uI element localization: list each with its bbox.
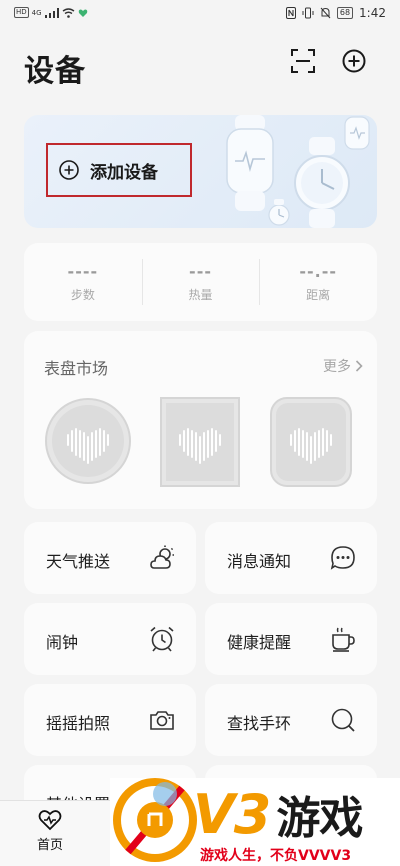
- feature-health-reminder[interactable]: 健康提醒: [205, 603, 377, 675]
- plus-circle-icon: [59, 160, 79, 180]
- stat-label: 距离: [306, 287, 331, 302]
- hd-badge: HD: [14, 7, 29, 18]
- signal-icon: [44, 7, 59, 18]
- message-icon: [330, 546, 355, 570]
- mute-bell-icon: [320, 7, 331, 19]
- stat-value: --.--: [299, 261, 337, 281]
- add-device-button[interactable]: 添加设备: [46, 143, 192, 197]
- watch-face-rounded-square[interactable]: [270, 397, 352, 487]
- scan-icon[interactable]: [290, 48, 316, 74]
- feature-weather-push[interactable]: 天气推送: [24, 522, 196, 594]
- feature-label: 健康提醒: [227, 633, 292, 652]
- page-title: 设备: [24, 54, 86, 89]
- market-title: 表盘市场: [44, 359, 109, 378]
- stat-calories: --- 热量: [141, 243, 260, 321]
- heart-pulse-icon: [38, 810, 62, 831]
- watch-face-market-card: 表盘市场 更多: [24, 331, 377, 509]
- battery-indicator: 68: [336, 7, 354, 19]
- nav-tab-home[interactable]: 首页: [24, 809, 76, 853]
- feature-alarm[interactable]: 闹钟: [24, 603, 196, 675]
- watermark-slogan: 游戏人生，不负VVVV3: [200, 848, 352, 864]
- camera-icon: [150, 711, 174, 730]
- status-bar: HD 4G 68 1:42: [0, 0, 400, 30]
- watch-face-round[interactable]: [44, 397, 132, 485]
- status-left: HD 4G: [14, 7, 88, 18]
- activity-stats-card[interactable]: ---- 步数 --- 热量 --.-- 距离: [24, 243, 377, 321]
- stat-label: 步数: [70, 287, 95, 302]
- add-device-card: 添加设备: [24, 115, 377, 228]
- weather-icon: [150, 545, 174, 569]
- stat-value: ---: [189, 261, 212, 281]
- feature-label: 消息通知: [227, 552, 292, 571]
- vibrate-icon: [302, 7, 314, 19]
- stat-distance: --.-- 距离: [259, 243, 377, 321]
- watermark-logo: V3 游戏: [193, 782, 363, 846]
- nfc-icon: [285, 7, 296, 19]
- watermark-logo-text: V3: [193, 783, 271, 846]
- feature-shake-photo[interactable]: 摇摇拍照: [24, 684, 196, 756]
- health-app-icon: [78, 9, 87, 17]
- status-right: 68 1:42: [285, 6, 386, 20]
- chevron-right-icon: [355, 360, 363, 372]
- feature-label: 摇摇拍照: [46, 714, 111, 733]
- network-type: 4G: [31, 8, 42, 17]
- wifi-icon: [62, 7, 74, 18]
- feature-find-band[interactable]: 查找手环: [205, 684, 377, 756]
- market-more-label: 更多: [323, 359, 351, 375]
- stat-label: 热量: [188, 287, 213, 302]
- stat-steps: ---- 步数: [24, 243, 142, 321]
- search-icon: [331, 708, 355, 732]
- clock: 1:42: [359, 6, 386, 20]
- nav-home-label: 首页: [36, 838, 63, 853]
- watermark-logo-cn: 游戏: [276, 793, 363, 844]
- market-more-link[interactable]: 更多: [323, 356, 363, 376]
- add-device-header-icon[interactable]: [341, 48, 367, 74]
- alarm-icon: [150, 626, 174, 652]
- feature-label: 闹钟: [46, 633, 79, 652]
- stat-value: ----: [67, 261, 99, 281]
- smartwatch-illustration: [226, 115, 370, 228]
- feature-label: 天气推送: [46, 552, 111, 571]
- feature-message-notification[interactable]: 消息通知: [205, 522, 377, 594]
- feature-label: 查找手环: [227, 714, 292, 733]
- add-device-label: 添加设备: [90, 162, 158, 183]
- cup-icon: [332, 627, 355, 652]
- watch-face-square[interactable]: [160, 397, 240, 487]
